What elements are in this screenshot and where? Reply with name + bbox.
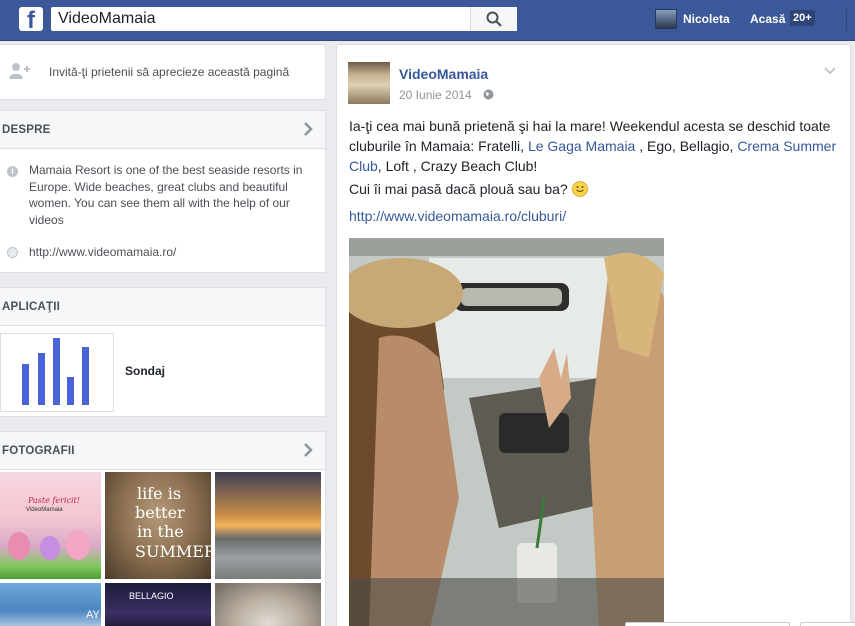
photo-caption: BELLAGIO xyxy=(129,591,174,601)
home-count-badge: 20+ xyxy=(790,10,815,26)
chevron-right-icon[interactable] xyxy=(303,442,313,458)
about-panel: DESPRE i Mamaia Resort is one of the bes… xyxy=(0,110,326,273)
chevron-down-icon[interactable] xyxy=(824,67,836,75)
invite-friends-panel[interactable]: Invită-ţi prietenii să aprecieze această… xyxy=(0,44,326,100)
globe-icon xyxy=(7,247,18,258)
egg-shape xyxy=(40,536,60,560)
photo-thumbnail[interactable]: life is better in the SUMMER xyxy=(105,472,211,579)
photo-brand: VideoMamaia xyxy=(26,507,63,513)
about-header[interactable]: DESPRE xyxy=(0,111,325,149)
search-icon xyxy=(486,11,502,27)
post-date[interactable]: 20 Iunie 2014 xyxy=(399,88,472,102)
add-friend-icon xyxy=(9,63,30,79)
search-box[interactable] xyxy=(51,7,517,31)
facebook-logo-icon[interactable]: f xyxy=(19,7,43,31)
apps-panel: APLICAŢII Sondaj xyxy=(0,287,326,417)
globe-icon xyxy=(483,89,494,100)
photo-caption: AY xyxy=(86,609,100,621)
about-description: Mamaia Resort is one of the best seaside… xyxy=(29,163,303,227)
invite-text[interactable]: Invită-ţi prietenii să aprecieze această… xyxy=(49,65,289,79)
photo-thumbnail[interactable]: Paste fericit! VideoMamaia xyxy=(0,472,101,579)
photos-header[interactable]: FOTOGRAFII xyxy=(0,432,325,470)
photo-thumbnail[interactable] xyxy=(215,472,321,579)
photo-thumbnail[interactable]: BELLAGIO xyxy=(105,583,211,626)
photo-thumbnail[interactable]: AY xyxy=(0,583,101,626)
photo-caption: SUMMER xyxy=(135,542,211,561)
photo-thumbnail[interactable] xyxy=(215,583,321,626)
egg-shape xyxy=(66,530,90,560)
photo-caption: life is xyxy=(137,484,182,503)
post-photo[interactable] xyxy=(349,238,664,626)
post-card: VideoMamaia 20 Iunie 2014 Ia-ţi cea mai … xyxy=(336,44,851,626)
profile-link[interactable]: Nicoleta xyxy=(655,8,730,30)
avatar xyxy=(655,9,677,29)
poll-app-label[interactable]: Sondaj xyxy=(125,364,165,378)
post-url-link[interactable]: http://www.videomamaia.ro/cluburi/ xyxy=(349,208,566,224)
home-link[interactable]: Acasă xyxy=(750,12,785,26)
post-link-le-gaga[interactable]: Le Gaga Mamaia xyxy=(528,138,635,154)
post-message: Ia-ţi cea mai bună prietenă şi hai la ma… xyxy=(349,116,844,176)
search-input[interactable] xyxy=(51,7,471,31)
about-heading: DESPRE xyxy=(2,124,51,136)
car-scene-illustration xyxy=(349,238,664,626)
apps-heading: APLICAŢII xyxy=(2,301,61,313)
top-navigation-bar: f Nicoleta Acasă 20+ xyxy=(0,0,855,41)
search-button[interactable] xyxy=(470,7,517,31)
smiley-icon xyxy=(571,181,588,197)
poll-app-thumbnail[interactable] xyxy=(0,333,114,412)
post-page-name[interactable]: VideoMamaia xyxy=(399,66,488,82)
egg-shape xyxy=(8,532,30,560)
photo-caption: Paste fericit! xyxy=(28,496,80,505)
website-link[interactable]: http://www.videomamaia.ro/ xyxy=(29,245,176,259)
bar-chart-icon xyxy=(22,338,89,405)
post-text-part: , Ego, Bellagio, xyxy=(635,138,738,154)
apps-header: APLICAŢII xyxy=(0,288,325,326)
chevron-right-icon[interactable] xyxy=(303,121,313,137)
chat-tab[interactable] xyxy=(800,622,855,626)
post-text-part: , Loft , Crazy Beach Club! xyxy=(377,158,538,174)
info-icon: i xyxy=(7,166,18,177)
user-name: Nicoleta xyxy=(683,12,730,26)
photos-panel: FOTOGRAFII Paste fericit! VideoMamaia li… xyxy=(0,431,326,626)
chat-tab[interactable] xyxy=(625,622,790,626)
photo-caption: better xyxy=(135,503,185,522)
photos-heading: FOTOGRAFII xyxy=(2,445,75,457)
topbar-divider xyxy=(846,9,847,31)
page-avatar[interactable] xyxy=(348,62,390,104)
post-message-line: Cui îi mai pasă dacă plouă sau ba? xyxy=(349,181,588,197)
photo-caption: in the xyxy=(137,522,184,541)
post-text-part: Cui îi mai pasă dacă plouă sau ba? xyxy=(349,181,572,197)
